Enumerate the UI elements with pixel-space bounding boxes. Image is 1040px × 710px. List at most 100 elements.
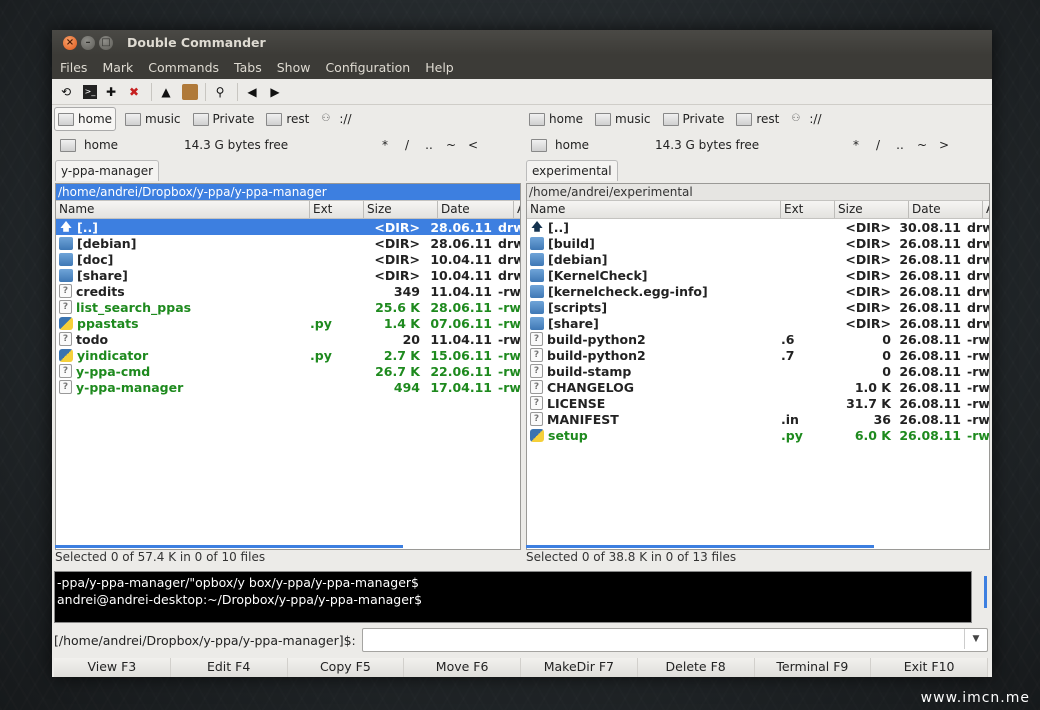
column-header-name[interactable]: Name bbox=[527, 201, 781, 218]
left-current-path[interactable]: /home/andrei/Dropbox/y-ppa/y-ppa-manager bbox=[56, 184, 520, 200]
nav-button[interactable]: ~ bbox=[911, 138, 933, 152]
drive-button-network[interactable]: ⚇:// bbox=[788, 108, 824, 130]
menu-item-commands[interactable]: Commands bbox=[148, 60, 219, 75]
file-row[interactable]: ? y-ppa-cmd 26.7 K 22.06.11 -rwx bbox=[56, 363, 520, 379]
nav-button[interactable]: / bbox=[396, 138, 418, 152]
file-icon: ? bbox=[59, 332, 72, 346]
maximize-button[interactable]: □ bbox=[99, 35, 113, 50]
copy-button[interactable]: Copy F5 bbox=[287, 658, 405, 677]
move-button[interactable]: Move F6 bbox=[404, 658, 521, 677]
column-header-size[interactable]: Size bbox=[835, 201, 909, 218]
delete-button[interactable]: Delete F8 bbox=[637, 658, 755, 677]
file-row[interactable]: ? MANIFEST .in 36 26.08.11 -rw- bbox=[527, 411, 989, 427]
file-row[interactable]: [scripts] <DIR> 26.08.11 drwx bbox=[527, 299, 989, 315]
file-row[interactable]: setup .py 6.0 K 26.08.11 -rwx bbox=[527, 427, 989, 443]
tab-y-ppa-manager[interactable]: y-ppa-manager bbox=[55, 160, 160, 181]
search-icon[interactable]: ⚲ bbox=[210, 82, 230, 102]
up-arrow-icon[interactable]: ▲ bbox=[156, 82, 176, 102]
file-row[interactable]: [doc] <DIR> 10.04.11 drwx bbox=[56, 251, 520, 267]
nav-button[interactable]: / bbox=[867, 138, 889, 152]
file-row[interactable]: 🡅 [..] <DIR> 28.06.11 drwx bbox=[56, 219, 520, 235]
file-row[interactable]: [kernelcheck.egg-info] <DIR> 26.08.11 drwx bbox=[527, 283, 989, 299]
menu-item-configuration[interactable]: Configuration bbox=[325, 60, 410, 75]
chevron-down-icon[interactable]: ▼ bbox=[964, 629, 987, 649]
file-row[interactable]: ? list_search_ppas 25.6 K 28.06.11 -rwx bbox=[56, 299, 520, 315]
file-row[interactable]: ? todo 20 11.04.11 -rw- bbox=[56, 331, 520, 347]
file-row[interactable]: [KernelCheck] <DIR> 26.08.11 drwx bbox=[527, 267, 989, 283]
drive-button-private[interactable]: Private bbox=[190, 108, 258, 130]
menu-item-files[interactable]: Files bbox=[60, 60, 87, 75]
menu-item-show[interactable]: Show bbox=[277, 60, 311, 75]
file-date: 26.08.11 bbox=[899, 315, 961, 331]
python-file-icon bbox=[59, 348, 73, 362]
file-row[interactable]: ? LICENSE 31.7 K 26.08.11 -rw- bbox=[527, 395, 989, 411]
back-icon[interactable]: ◀ bbox=[242, 82, 262, 102]
drive-button-private[interactable]: Private bbox=[660, 108, 728, 130]
file-row[interactable]: ? build-stamp 0 26.08.11 -rw- bbox=[527, 363, 989, 379]
terminal-button[interactable]: Terminal F9 bbox=[754, 658, 872, 677]
exit-button[interactable]: Exit F10 bbox=[871, 658, 988, 677]
column-header-name[interactable]: Name bbox=[56, 201, 310, 218]
drive-button-rest[interactable]: rest bbox=[263, 108, 312, 130]
drive-button-music[interactable]: music bbox=[592, 108, 653, 130]
menu-item-tabs[interactable]: Tabs bbox=[234, 60, 262, 75]
close-button[interactable]: × bbox=[63, 35, 77, 50]
drive-button-music[interactable]: music bbox=[122, 108, 183, 130]
file-row[interactable]: ? build-python2 .7 0 26.08.11 -rw- bbox=[527, 347, 989, 363]
tab-experimental[interactable]: experimental bbox=[526, 160, 618, 181]
file-row[interactable]: [debian] <DIR> 28.06.11 drwx bbox=[56, 235, 520, 251]
nav-button[interactable]: ~ bbox=[440, 138, 462, 152]
nav-button[interactable]: .. bbox=[418, 138, 440, 152]
archive-icon[interactable] bbox=[182, 83, 198, 100]
column-header-date[interactable]: Date bbox=[438, 201, 514, 218]
menu-item-mark[interactable]: Mark bbox=[102, 60, 133, 75]
view-button[interactable]: View F3 bbox=[54, 658, 171, 677]
drive-button-home[interactable]: home bbox=[54, 107, 117, 131]
file-row[interactable]: ? y-ppa-manager 494 17.04.11 -rwx bbox=[56, 379, 520, 395]
column-header-date[interactable]: Date bbox=[909, 201, 983, 218]
nav-button[interactable]: * bbox=[374, 138, 396, 152]
delete-icon[interactable]: ✖ bbox=[124, 82, 144, 102]
refresh-icon[interactable]: ⟲ bbox=[56, 82, 76, 102]
nav-button[interactable]: > bbox=[933, 138, 955, 152]
toolbar: ⟲ >_ ✚ ✖ ▲ ⚲ ◀ ▶ bbox=[52, 79, 992, 105]
column-header-size[interactable]: Size bbox=[364, 201, 438, 218]
left-drive-name[interactable]: home bbox=[84, 138, 184, 152]
terminal-scrollbar[interactable] bbox=[984, 576, 987, 608]
file-attr: drwx bbox=[967, 299, 989, 315]
file-row[interactable]: ? credits 349 11.04.11 -rw- bbox=[56, 283, 520, 299]
command-line-input[interactable]: ▼ bbox=[361, 628, 988, 652]
drive-button-rest[interactable]: rest bbox=[733, 108, 782, 130]
plus-icon[interactable]: ✚ bbox=[101, 82, 121, 102]
nav-button[interactable]: .. bbox=[889, 138, 911, 152]
file-row[interactable]: yindicator .py 2.7 K 15.06.11 -rwx bbox=[56, 347, 520, 363]
menu-item-help[interactable]: Help bbox=[425, 60, 454, 75]
column-header-attr[interactable]: Attr bbox=[983, 201, 989, 218]
file-row[interactable]: ? CHANGELOG 1.0 K 26.08.11 -rw- bbox=[527, 379, 989, 395]
column-header-ext[interactable]: Ext bbox=[781, 201, 835, 218]
terminal-output[interactable]: -ppa/y-ppa-manager/"opbox/y box/y-ppa/y-… bbox=[54, 571, 972, 623]
left-file-list: 🡅 [..] <DIR> 28.06.11 drwx [debian] <DIR> 28.06… bbox=[56, 219, 520, 395]
minimize-button[interactable]: – bbox=[81, 35, 95, 50]
edit-button[interactable]: Edit F4 bbox=[170, 658, 288, 677]
drive-button-home[interactable]: home bbox=[526, 108, 586, 130]
file-date: 26.08.11 bbox=[899, 379, 961, 395]
nav-button[interactable]: * bbox=[845, 138, 867, 152]
file-name: LICENSE bbox=[547, 395, 606, 411]
forward-icon[interactable]: ▶ bbox=[265, 82, 285, 102]
file-row[interactable]: ppastats .py 1.4 K 07.06.11 -rwx bbox=[56, 315, 520, 331]
right-drive-name[interactable]: home bbox=[555, 138, 655, 152]
file-row[interactable]: ? build-python2 .6 0 26.08.11 -rw- bbox=[527, 331, 989, 347]
nav-button[interactable]: < bbox=[462, 138, 484, 152]
column-header-attr[interactable]: Attr bbox=[514, 201, 520, 218]
right-current-path[interactable]: /home/andrei/experimental bbox=[527, 184, 989, 200]
file-row[interactable]: [share] <DIR> 26.08.11 drwx bbox=[527, 315, 989, 331]
drive-button-network[interactable]: ⚇:// bbox=[318, 108, 354, 130]
terminal-icon[interactable]: >_ bbox=[83, 84, 97, 99]
file-row[interactable]: [debian] <DIR> 26.08.11 drwx bbox=[527, 251, 989, 267]
file-row[interactable]: [build] <DIR> 26.08.11 drwx bbox=[527, 235, 989, 251]
file-row[interactable]: [share] <DIR> 10.04.11 drwx bbox=[56, 267, 520, 283]
column-header-ext[interactable]: Ext bbox=[310, 201, 364, 218]
makedir-button[interactable]: MakeDir F7 bbox=[521, 658, 638, 677]
file-row[interactable]: 🡅 [..] <DIR> 30.08.11 drwx bbox=[527, 219, 989, 235]
